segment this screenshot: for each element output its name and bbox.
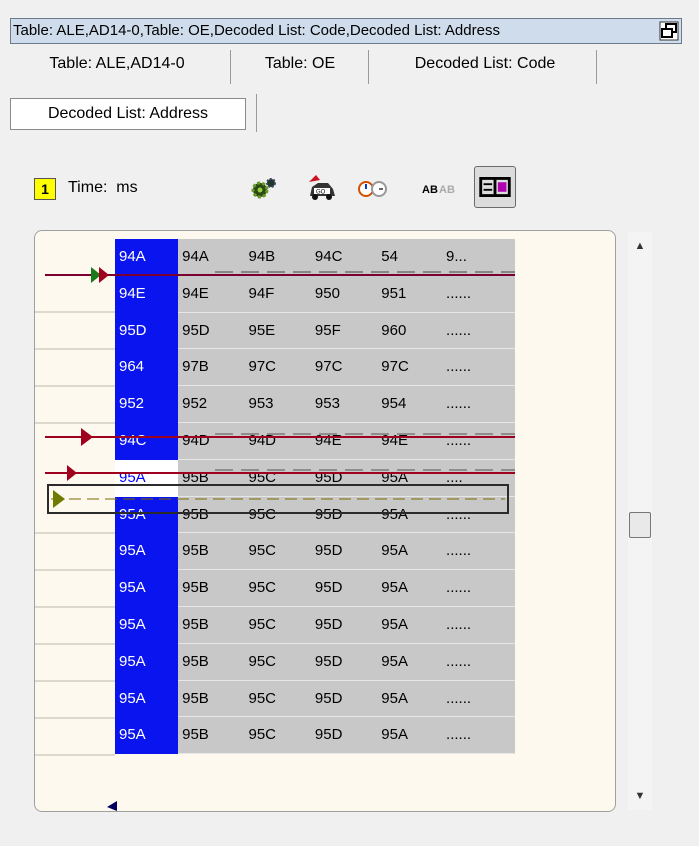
scroll-down-icon[interactable]: ▼ bbox=[628, 786, 652, 806]
svg-text:AB: AB bbox=[439, 184, 455, 196]
tab-label: Table: OE bbox=[264, 55, 336, 72]
ab-font-icon[interactable]: AB AB bbox=[420, 170, 456, 206]
view-mode-icon[interactable] bbox=[474, 166, 516, 208]
tab-decoded-code[interactable]: Decoded List: Code bbox=[380, 48, 590, 80]
vertical-scrollbar[interactable]: ▲ ▼ bbox=[628, 232, 652, 810]
window-title-bar: Table: ALE,AD14-0,Table: OE,Decoded List… bbox=[10, 18, 682, 44]
stopwatch-icon[interactable] bbox=[354, 170, 390, 206]
marker-red-arrow-icon bbox=[99, 267, 109, 283]
tab-divider bbox=[596, 50, 597, 84]
end-marker-icon bbox=[107, 801, 117, 811]
trace-overlay bbox=[35, 267, 515, 811]
marker-red-arrow-icon bbox=[67, 465, 77, 481]
tab-decoded-address[interactable]: Decoded List: Address bbox=[10, 98, 246, 130]
scrollbar-thumb[interactable] bbox=[629, 512, 651, 538]
svg-text:GO: GO bbox=[316, 190, 326, 196]
settings-gear-icon[interactable] bbox=[244, 170, 280, 206]
car-icon[interactable]: GO bbox=[304, 170, 340, 206]
tab-label: Table: ALE,AD14-0 bbox=[49, 55, 185, 72]
tab-table-ale[interactable]: Table: ALE,AD14-0 bbox=[12, 48, 222, 80]
tab-divider bbox=[256, 94, 257, 132]
tab-divider bbox=[230, 50, 231, 84]
time-unit-label: Time: ms bbox=[68, 179, 138, 196]
restore-window-icon[interactable] bbox=[659, 21, 679, 41]
marker-counter[interactable]: 1 bbox=[34, 178, 56, 200]
marker-red-arrow-icon bbox=[81, 428, 93, 446]
selected-row-outline bbox=[47, 484, 509, 514]
decoded-list-pane[interactable]: 94A 94A 94B 94C 54 9... 94E 94E 94F 950 951...... 9… bbox=[34, 230, 616, 812]
tab-label: Decoded List: Address bbox=[47, 105, 209, 122]
tab-label: Decoded List: Code bbox=[414, 55, 556, 72]
tab-divider bbox=[368, 50, 369, 84]
window-title: Table: ALE,AD14-0,Table: OE,Decoded List… bbox=[13, 22, 500, 39]
scroll-up-icon[interactable]: ▲ bbox=[628, 236, 652, 256]
svg-text:AB: AB bbox=[422, 184, 438, 196]
tab-table-oe[interactable]: Table: OE bbox=[240, 48, 360, 80]
